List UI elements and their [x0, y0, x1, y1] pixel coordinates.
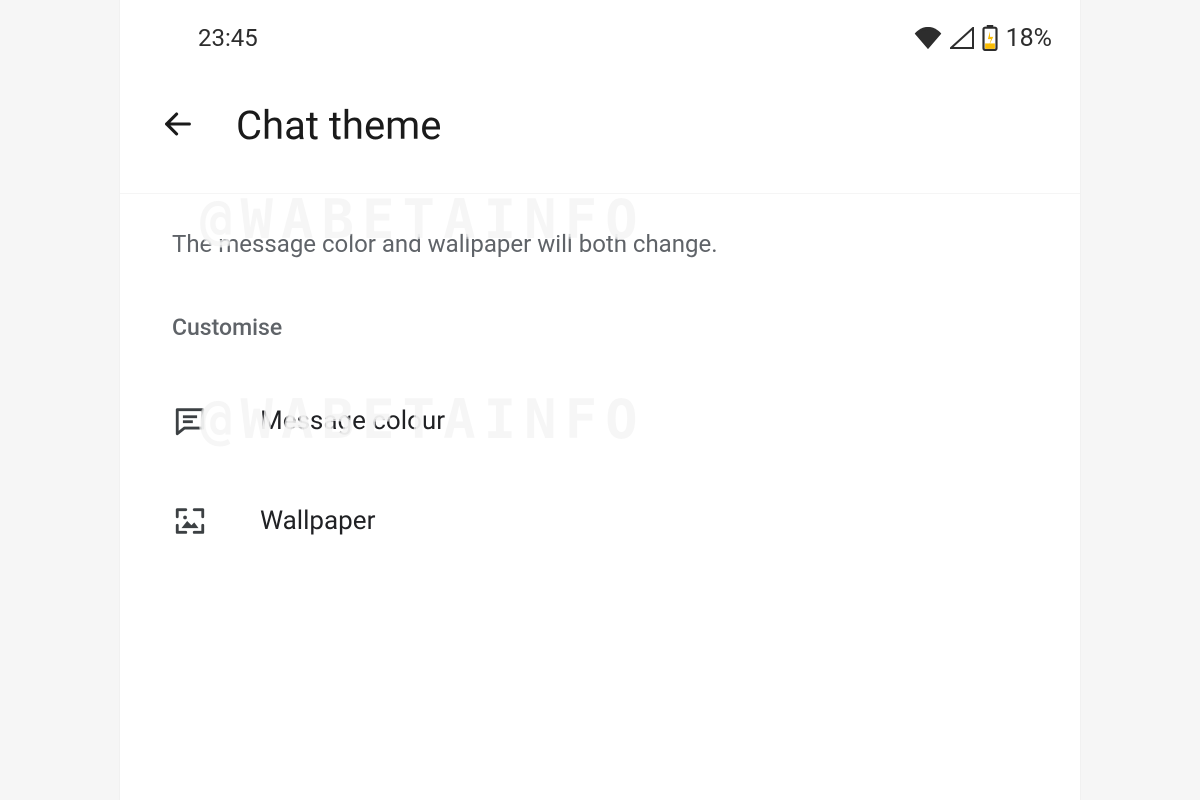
- wifi-icon: [914, 27, 942, 49]
- row-message-colour[interactable]: Message colour: [172, 371, 1028, 471]
- row-wallpaper[interactable]: Wallpaper: [172, 471, 1028, 571]
- back-button[interactable]: [156, 104, 200, 148]
- arrow-left-icon: [161, 107, 195, 145]
- status-right: 18%: [914, 24, 1052, 53]
- chat-bubble-icon: [172, 403, 208, 439]
- description-text: The message color and wallpaper will bot…: [172, 230, 1028, 258]
- row-label: Message colour: [260, 406, 445, 436]
- cellular-signal-icon: [950, 27, 974, 49]
- battery-percentage: 18%: [1006, 24, 1052, 53]
- status-time: 23:45: [198, 24, 258, 52]
- status-bar: 23:45: [120, 0, 1080, 68]
- battery-icon: [982, 25, 998, 51]
- wallpaper-icon: [172, 503, 208, 539]
- section-label-customise: Customise: [172, 314, 1028, 341]
- phone-frame: 23:45: [120, 0, 1080, 800]
- content: @WABETAINFO @WABETAINFO The message colo…: [120, 194, 1080, 571]
- app-header: Chat theme: [120, 68, 1080, 194]
- row-label: Wallpaper: [260, 506, 375, 536]
- page-title: Chat theme: [236, 102, 441, 149]
